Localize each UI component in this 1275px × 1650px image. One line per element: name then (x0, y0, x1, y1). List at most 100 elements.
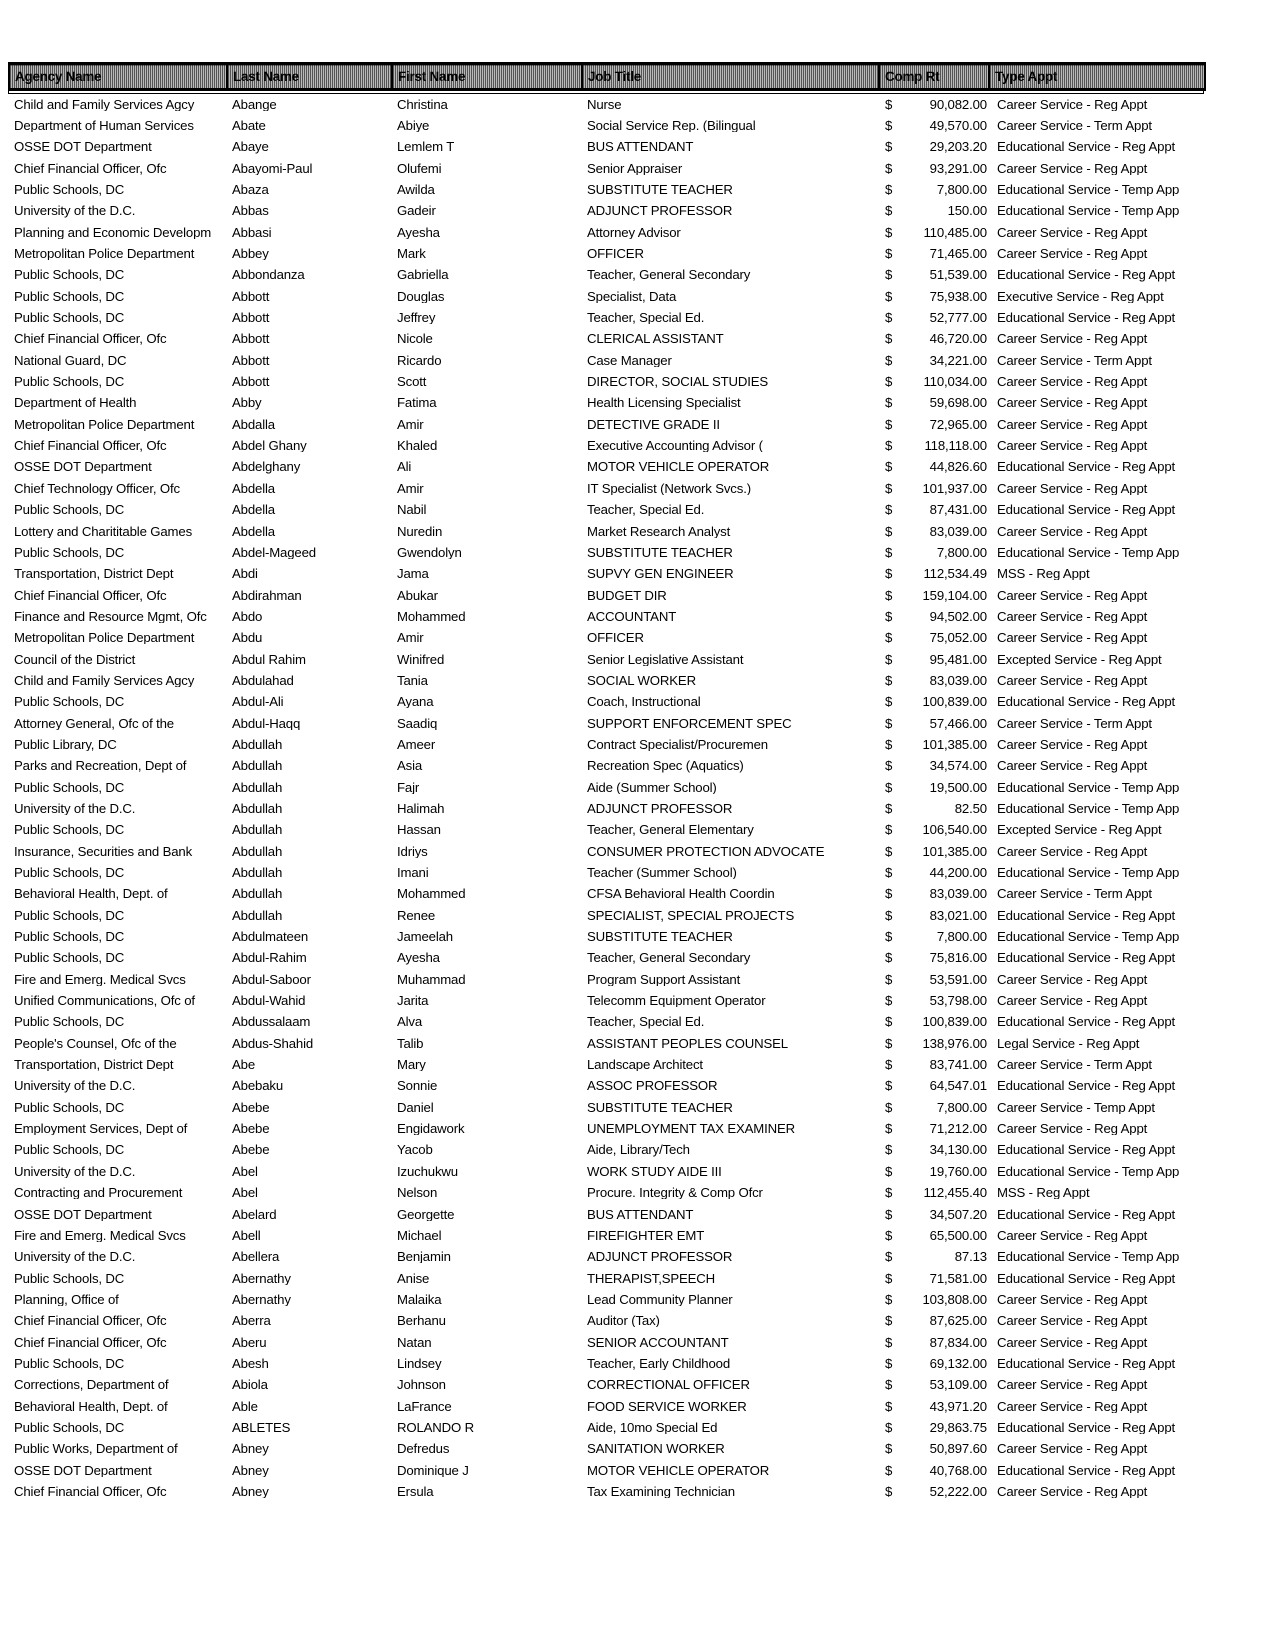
table-row[interactable]: Child and Family Services Agcy Abange Chri… (9, 90, 1205, 110)
table-row[interactable]: Department of Human Services Abate Abiye So… (9, 111, 1205, 132)
table-row[interactable]: Transportation, District Dept Abdi Jama SUP… (9, 559, 1205, 580)
cell-agency-name: Chief Financial Officer, Ofc (14, 331, 167, 346)
column-header-first-name[interactable]: First Name (391, 62, 583, 91)
table-row[interactable]: Public Schools, DC Abdul-Ali Ayana Coach, I… (9, 687, 1205, 708)
cell-type-appt: Career Service - Term Appt (997, 1057, 1152, 1072)
table-row[interactable]: Public Library, DC Abdullah Ameer Contract … (9, 730, 1205, 751)
table-row[interactable]: Planning, Office of Abernathy Malaika Lead … (9, 1285, 1205, 1306)
table-row[interactable]: National Guard, DC Abbott Ricardo Case Mana… (9, 346, 1205, 367)
table-row[interactable]: Metropolitan Police Department Abdalla Ami… (9, 410, 1205, 431)
table-row[interactable]: Finance and Resource Mgmt, Ofc Abdo Mohamm… (9, 602, 1205, 623)
table-row[interactable]: Public Schools, DC Abdullah Fajr Aide (Summ… (9, 773, 1205, 794)
table-row[interactable]: Metropolitan Police Department Abbey Mark O… (9, 239, 1205, 260)
table-row[interactable]: Department of Health Abby Fatima Health Lic… (9, 388, 1205, 409)
table-row[interactable]: Public Schools, DC Abaza Awilda SUBSTITUTE … (9, 175, 1205, 196)
cell-currency-symbol: $ (885, 203, 893, 218)
table-row[interactable]: Public Schools, DC Abbott Jeffrey Teacher, … (9, 303, 1205, 324)
table-row[interactable]: University of the D.C. Abdullah Halimah ADJ… (9, 794, 1205, 815)
table-row[interactable]: Transportation, District Dept Abe Mary Land… (9, 1050, 1205, 1071)
cell-comp-rate: 19,500.00 (929, 779, 987, 794)
table-row[interactable]: Public Schools, DC ABLETES ROLANDO R Aide, … (9, 1413, 1205, 1434)
table-row[interactable]: Public Schools, DC Abdella Nabil Teacher, S… (9, 495, 1205, 516)
table-row[interactable]: Public Schools, DC Abdel-Mageed Gwendolyn S… (9, 538, 1205, 559)
table-row[interactable]: Public Schools, DC Abdullah Imani Teacher (… (9, 858, 1205, 879)
table-row[interactable]: Public Schools, DC Abernathy Anise THERAPIS… (9, 1263, 1205, 1284)
table-row[interactable]: Council of the District Abdul Rahim Winifr… (9, 644, 1205, 665)
table-row[interactable]: Contracting and Procurement Abel Nelson Pro… (9, 1178, 1205, 1199)
table-row[interactable]: Public Schools, DC Abdullah Hassan Teacher,… (9, 815, 1205, 836)
table-row[interactable]: University of the D.C. Abebaku Sonnie ASSOC… (9, 1071, 1205, 1092)
cell-last-name: Abernathy (232, 1291, 291, 1307)
table-row[interactable]: University of the D.C. Abellera Benjamin AD… (9, 1242, 1205, 1263)
table-row[interactable]: Chief Financial Officer, Ofc Abdel Ghany K… (9, 431, 1205, 452)
table-row[interactable]: Public Works, Department of Abney Defredus… (9, 1434, 1205, 1455)
table-row[interactable]: Planning and Economic Developm Abbasi Ayes… (9, 218, 1205, 238)
table-row[interactable]: Attorney General, Ofc of the Abdul-Haqq Sa… (9, 708, 1205, 729)
table-row[interactable]: Public Schools, DC Abesh Lindsey Teacher, E… (9, 1349, 1205, 1370)
cell-agency-name: Chief Financial Officer, Ofc (14, 160, 167, 175)
table-row[interactable]: Unified Communications, Ofc of Abdul-Wahi… (9, 986, 1205, 1007)
cell-comp-rate: 83,741.00 (929, 1057, 987, 1072)
cell-currency-symbol: $ (885, 1291, 893, 1307)
cell-type-appt: Career Service - Reg Appt (997, 672, 1148, 688)
cell-last-name: Abate (232, 117, 266, 133)
cell-last-name: Abney (232, 1483, 269, 1499)
table-row[interactable]: Public Schools, DC Abbott Scott DIRECTOR, S… (9, 367, 1205, 388)
cell-last-name: Abbott (232, 310, 270, 325)
cell-first-name: Saadiq (397, 715, 438, 730)
table-row[interactable]: Public Schools, DC Abbondanza Gabriella Tea… (9, 260, 1205, 281)
table-row[interactable]: OSSE DOT Department Abdelghany Ali MOTOR VE… (9, 452, 1205, 473)
table-row[interactable]: People's Counsel, Ofc of the Abdus-Shahid… (9, 1029, 1205, 1050)
column-header-job-title[interactable]: Job Title (581, 62, 880, 91)
table-row[interactable]: Public Schools, DC Abbott Douglas Specialis… (9, 282, 1205, 303)
cell-comp-rate: 75,938.00 (929, 288, 987, 303)
table-row[interactable]: Child and Family Services Agcy Abdulahad T… (9, 666, 1205, 687)
table-row[interactable]: OSSE DOT Department Abney Dominique J MOTOR… (9, 1456, 1205, 1476)
cell-type-appt: Career Service - Reg Appt (997, 1483, 1148, 1499)
table-row[interactable]: Public Schools, DC Abdulmateen Jameelah SUB… (9, 922, 1205, 943)
table-row[interactable]: Chief Financial Officer, Ofc Abayomi-Paul… (9, 154, 1205, 175)
table-row[interactable]: Behavioral Health, Dept. of Abdullah Moham… (9, 879, 1205, 900)
table-row[interactable]: Chief Financial Officer, Ofc Abney Ersula T… (9, 1477, 1205, 1498)
table-row[interactable]: Corrections, Department of Abiola Johnson C… (9, 1370, 1205, 1391)
table-row[interactable]: Public Schools, DC Abdullah Renee SPECIALIS… (9, 901, 1205, 921)
cell-type-appt: Career Service - Term Appt (997, 117, 1152, 133)
table-row[interactable]: Public Schools, DC Abdul-Rahim Ayesha Teach… (9, 943, 1205, 964)
cell-currency-symbol: $ (885, 1185, 893, 1200)
table-row[interactable]: Public Schools, DC Abebe Yacob Aide, Librar… (9, 1135, 1205, 1156)
table-row[interactable]: University of the D.C. Abel Izuchukwu WORK … (9, 1157, 1205, 1178)
table-row[interactable]: Chief Financial Officer, Ofc Aberu Natan SE… (9, 1327, 1205, 1348)
column-header-type-appt[interactable]: Type Appt (988, 62, 1206, 91)
table-row[interactable]: Chief Technology Officer, Ofc Abdella Amir… (9, 474, 1205, 495)
cell-comp-rate: 112,534.49 (923, 566, 987, 581)
cell-agency-name: Chief Technology Officer, Ofc (14, 480, 180, 496)
table-row[interactable]: Lottery and Charititable Games Abdella Nur… (9, 516, 1205, 537)
table-row[interactable]: Employment Services, Dept of Abebe Engidaw… (9, 1114, 1205, 1135)
table-row[interactable]: Parks and Recreation, Dept of Abdullah Asi… (9, 751, 1205, 772)
cell-last-name: Abdullah (232, 865, 283, 880)
cell-comp-rate: 34,574.00 (929, 758, 987, 773)
cell-first-name: Khaled (397, 438, 438, 453)
cell-job-title: Contract Specialist/Procuremen (587, 736, 768, 752)
table-row[interactable]: Chief Financial Officer, Ofc Abbott Nicole… (9, 324, 1205, 345)
cell-job-title: BUDGET DIR (587, 587, 667, 602)
table-row[interactable]: Chief Financial Officer, Ofc Aberra Berhan… (9, 1306, 1205, 1327)
table-row[interactable]: Fire and Emerg. Medical Svcs Abell Michael… (9, 1221, 1205, 1242)
table-row[interactable]: Chief Financial Officer, Ofc Abdirahman Ab… (9, 580, 1205, 601)
cell-comp-rate: 72,965.00 (929, 416, 987, 431)
cell-last-name: ABLETES (232, 1419, 291, 1435)
cell-comp-rate: 50,897.60 (929, 1441, 987, 1456)
table-row[interactable]: Public Schools, DC Abebe Daniel SUBSTITUTE … (9, 1093, 1205, 1114)
table-row[interactable]: OSSE DOT Department Abelard Georgette BUS A… (9, 1199, 1205, 1220)
table-row[interactable]: Fire and Emerg. Medical Svcs Abdul-Saboor… (9, 965, 1205, 986)
column-header-last-name[interactable]: Last Name (226, 62, 393, 91)
table-row[interactable]: OSSE DOT Department Abaye Lemlem T BUS ATTE… (9, 132, 1205, 153)
table-row[interactable]: Insurance, Securities and Bank Abdullah Id… (9, 837, 1205, 857)
table-row[interactable]: University of the D.C. Abbas Gadeir ADJUNCT… (9, 196, 1205, 217)
table-row[interactable]: Metropolitan Police Department Abdu Amir OF… (9, 623, 1205, 644)
table-row[interactable]: Public Schools, DC Abdussalaam Alva Teacher… (9, 1007, 1205, 1028)
column-header-agency-name[interactable]: Agency Name (8, 62, 228, 91)
column-header-comp-rt[interactable]: Comp Rt (878, 62, 990, 91)
cell-job-title: SUPPORT ENFORCEMENT SPEC (587, 715, 792, 730)
table-row[interactable]: Behavioral Health, Dept. of Able LaFrance F… (9, 1391, 1205, 1412)
